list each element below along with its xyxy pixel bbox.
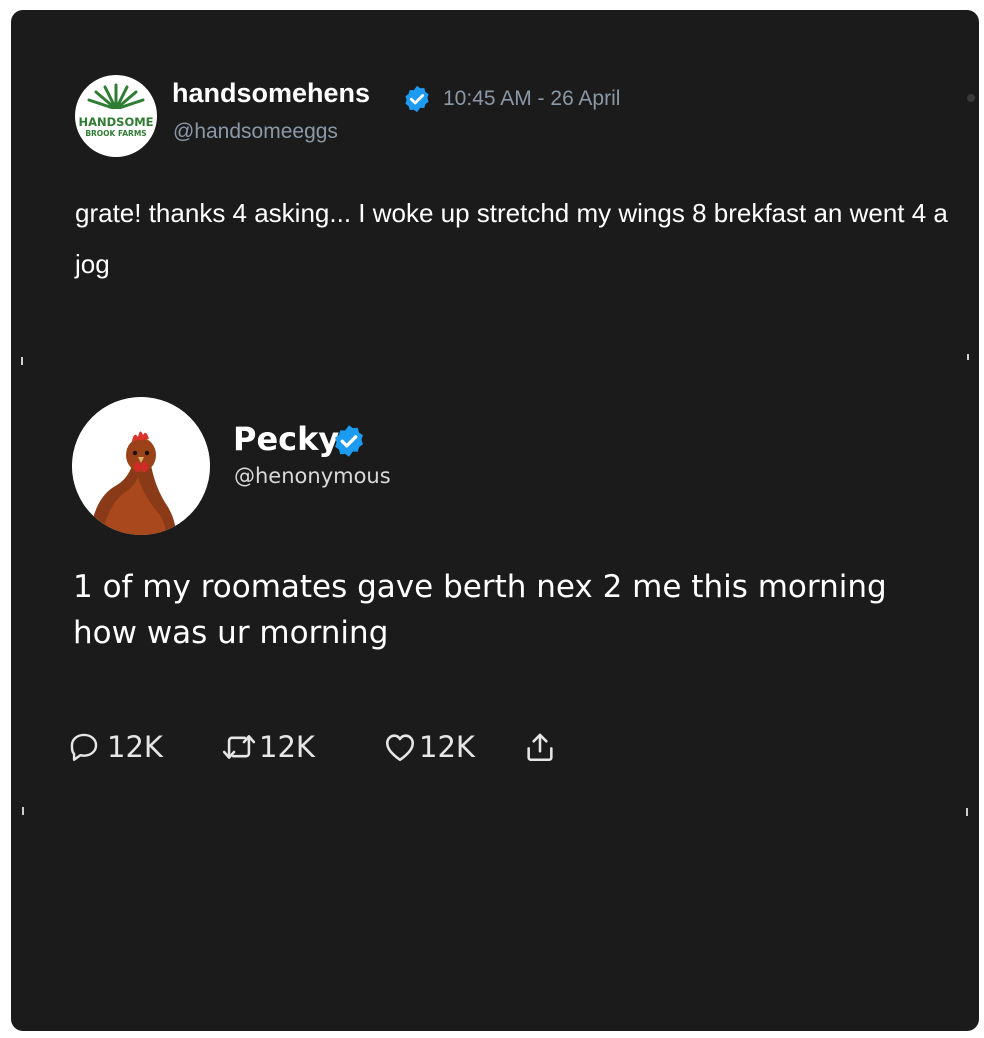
reply-count: 12K [107,730,163,764]
like-count: 12K [419,730,475,764]
retweet-count: 12K [259,730,315,764]
tweet-text: grate! thanks 4 asking... I woke up stre… [75,198,948,279]
edge-mark [967,354,969,360]
edge-mark [966,808,968,816]
edge-mark [21,357,23,365]
farm-logo-icon: HANDSOME BROOK FARMS [76,76,156,156]
tweet-text: 1 of my roomates gave berth nex 2 me thi… [73,569,887,651]
more-options-dot[interactable] [967,94,975,102]
reply-icon [70,733,98,761]
user-handle[interactable]: @henonymous [234,464,391,488]
display-name[interactable]: handsomehens [172,78,370,109]
tweet-card: HANDSOME BROOK FARMS handsomehens 10:45 … [11,10,979,1031]
retweet-icon [222,735,256,759]
display-name[interactable]: Pecky [233,420,339,458]
heart-icon [385,734,415,762]
handsomehens-avatar[interactable]: HANDSOME BROOK FARMS [75,75,157,157]
hen-avatar-icon [72,397,210,535]
verified-badge-icon [405,85,429,113]
share-icon [527,733,553,762]
like-button[interactable]: 12K [381,725,475,769]
edge-mark [22,807,24,815]
pecky-avatar[interactable] [72,397,210,535]
share-button[interactable] [523,725,557,769]
user-handle[interactable]: @handsomeeggs [173,120,338,144]
verified-badge-icon [335,425,363,457]
reply-button[interactable]: 12K [67,725,163,769]
logo-line1: HANDSOME [78,115,153,129]
tweet-timestamp[interactable]: 10:45 AM - 26 April [443,87,620,111]
logo-line2: BROOK FARMS [85,129,146,138]
retweet-button[interactable]: 12K [219,725,315,769]
